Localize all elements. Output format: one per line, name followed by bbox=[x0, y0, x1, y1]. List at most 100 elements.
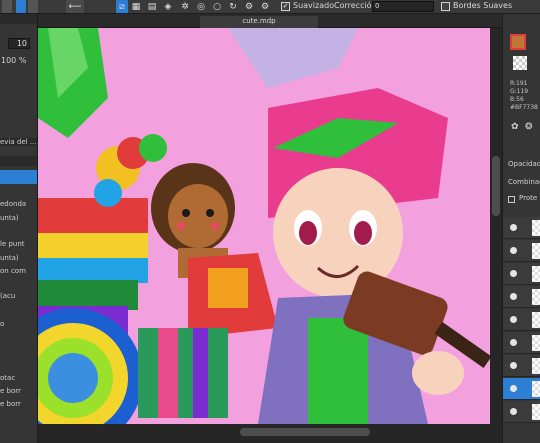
headdress-green bbox=[139, 134, 167, 162]
color-r-value: R:191 bbox=[510, 80, 528, 87]
sub-tool-item-1[interactable]: edonda bbox=[0, 200, 26, 208]
doll-cheek-left bbox=[177, 222, 185, 230]
proteger-checkbox[interactable] bbox=[508, 196, 515, 203]
layer-row[interactable] bbox=[503, 332, 540, 354]
top-toolbar: ⟵ ⧄ ▦ ▤ ◈ ✲ ◎ ○ ↻ ⚙ ⚙ ✓ Suavizado Correc… bbox=[0, 0, 540, 14]
target-icon: ◎ bbox=[197, 1, 205, 12]
sub-color-swatch[interactable] bbox=[513, 56, 527, 70]
inner-blue-ring bbox=[48, 353, 98, 403]
sub-tool-item-9[interactable]: e borr bbox=[0, 387, 21, 395]
sub-tool-item-8[interactable]: otac bbox=[0, 374, 15, 382]
tool-button-10[interactable]: ⚙ bbox=[260, 0, 270, 13]
drawing-canvas[interactable] bbox=[38, 28, 490, 424]
eye-icon[interactable] bbox=[510, 385, 517, 392]
sleeve-stripe-purple bbox=[193, 328, 208, 418]
bordes-suaves-label: Bordes Suaves bbox=[453, 1, 513, 10]
eye-icon[interactable] bbox=[510, 408, 517, 415]
layer-row-selected[interactable] bbox=[503, 378, 540, 400]
doll-cheek-right bbox=[211, 222, 219, 230]
correccion-label: Corrección bbox=[334, 1, 377, 10]
layer-thumbnail bbox=[532, 335, 540, 351]
sub-tool-item-3[interactable]: le punt bbox=[0, 240, 25, 248]
tool-button-3[interactable]: ▤ bbox=[147, 0, 157, 13]
tool-button-2[interactable]: ▦ bbox=[131, 0, 141, 13]
eye-icon[interactable] bbox=[510, 247, 517, 254]
vertical-scrollbar[interactable] bbox=[490, 28, 502, 443]
main-color-swatch[interactable] bbox=[510, 34, 526, 50]
vertical-scroll-thumb[interactable] bbox=[492, 156, 500, 216]
layer-thumbnail bbox=[532, 312, 540, 328]
layer-row[interactable] bbox=[503, 286, 540, 308]
eye-icon[interactable] bbox=[510, 224, 517, 231]
sparkle-icon: ✲ bbox=[181, 1, 189, 12]
opacidad-label: Opacidad bbox=[508, 160, 540, 168]
refresh-icon: ↻ bbox=[229, 1, 237, 12]
suavizado-checkbox[interactable]: ✓ bbox=[281, 2, 290, 11]
sub-tool-item-7[interactable]: o bbox=[0, 320, 4, 328]
doll-eye-left bbox=[182, 209, 190, 217]
eye-icon[interactable] bbox=[510, 293, 517, 300]
horizontal-scrollbar[interactable] bbox=[38, 424, 490, 443]
sub-tool-item-5[interactable]: on com bbox=[0, 267, 26, 275]
horizontal-scroll-thumb[interactable] bbox=[240, 428, 370, 436]
eye-icon[interactable] bbox=[510, 270, 517, 277]
layer-thumbnail bbox=[532, 404, 540, 420]
layer-row[interactable] bbox=[503, 401, 540, 423]
tool-button-6[interactable]: ◎ bbox=[196, 0, 206, 13]
sub-tool-item-4[interactable]: unta) bbox=[0, 254, 19, 262]
grid-icon: ▤ bbox=[147, 1, 157, 12]
sleeve-stripe-pink bbox=[158, 328, 178, 418]
tool-button-5[interactable]: ✲ bbox=[180, 0, 190, 13]
layer-thumbnail bbox=[532, 381, 540, 397]
document-tab-bar: cute.mdp bbox=[38, 14, 502, 28]
color-g-value: G:119 bbox=[510, 88, 529, 95]
tool-button-4[interactable]: ◈ bbox=[163, 0, 173, 13]
eye-icon[interactable] bbox=[510, 339, 517, 346]
layer-row[interactable] bbox=[503, 355, 540, 377]
layer-row[interactable] bbox=[503, 309, 540, 331]
correccion-input[interactable]: 0 bbox=[372, 1, 434, 12]
sub-tool-item-6[interactable]: (acu bbox=[0, 292, 15, 300]
diamond-icon: ◈ bbox=[164, 1, 172, 12]
opacity-percent: 100 % bbox=[1, 56, 27, 65]
layer-thumbnail bbox=[532, 289, 540, 305]
panel-toggle-button[interactable] bbox=[2, 0, 12, 13]
sleeve-green bbox=[138, 328, 228, 418]
sub-tool-item-2[interactable]: unta) bbox=[0, 214, 19, 222]
grid-button[interactable] bbox=[16, 0, 26, 13]
artwork bbox=[38, 28, 490, 424]
color-hex-value: #BF7738 bbox=[510, 104, 538, 111]
tool-button-8[interactable]: ↻ bbox=[228, 0, 238, 13]
sub-tool-item-10[interactable]: e borr bbox=[0, 400, 21, 408]
eye-icon[interactable] bbox=[510, 362, 517, 369]
grid-icon: ▦ bbox=[131, 1, 141, 12]
layer-row[interactable] bbox=[503, 240, 540, 262]
tool-button-7[interactable]: ○ bbox=[212, 0, 222, 13]
paint-app-window: ⟵ ⧄ ▦ ▤ ◈ ✲ ◎ ○ ↻ ⚙ ⚙ ✓ Suavizado Correc… bbox=[0, 0, 540, 443]
gear-icon: ⚙ bbox=[244, 1, 254, 12]
brush-size-field[interactable]: 10 bbox=[8, 38, 30, 49]
tool-button-9[interactable]: ⚙ bbox=[244, 0, 254, 13]
left-tool-panel: 10 100 % evia del ... edonda unta) le pu… bbox=[0, 14, 38, 443]
picker-icon[interactable]: ❂ bbox=[525, 122, 533, 132]
undo-button[interactable]: ⟵ bbox=[66, 0, 84, 13]
right-panel: R:191 G:119 B:56 #BF7738 ✿ ❂ Opacidad Co… bbox=[502, 14, 540, 443]
combinacion-label: Combinació bbox=[508, 178, 540, 186]
layer-row[interactable] bbox=[503, 263, 540, 285]
bordes-checkbox[interactable] bbox=[441, 2, 450, 11]
layer-row[interactable] bbox=[503, 217, 540, 239]
eye-icon[interactable] bbox=[510, 316, 517, 323]
doll-face bbox=[168, 184, 228, 248]
proteger-label: Prote bbox=[519, 194, 538, 202]
selected-sub-tool[interactable] bbox=[0, 170, 37, 184]
document-tab[interactable]: cute.mdp bbox=[200, 16, 318, 28]
selection-tool-button[interactable]: ⧄ bbox=[116, 0, 128, 13]
lavender-streamer bbox=[228, 28, 358, 88]
sub-tool-header bbox=[0, 156, 37, 166]
palette-icon[interactable]: ✿ bbox=[511, 122, 519, 132]
layer-thumbnail bbox=[532, 220, 540, 236]
boy-eye-right bbox=[354, 221, 372, 245]
left-panel-header bbox=[0, 14, 37, 24]
boy-hand bbox=[412, 351, 464, 395]
options-button[interactable] bbox=[28, 0, 38, 13]
